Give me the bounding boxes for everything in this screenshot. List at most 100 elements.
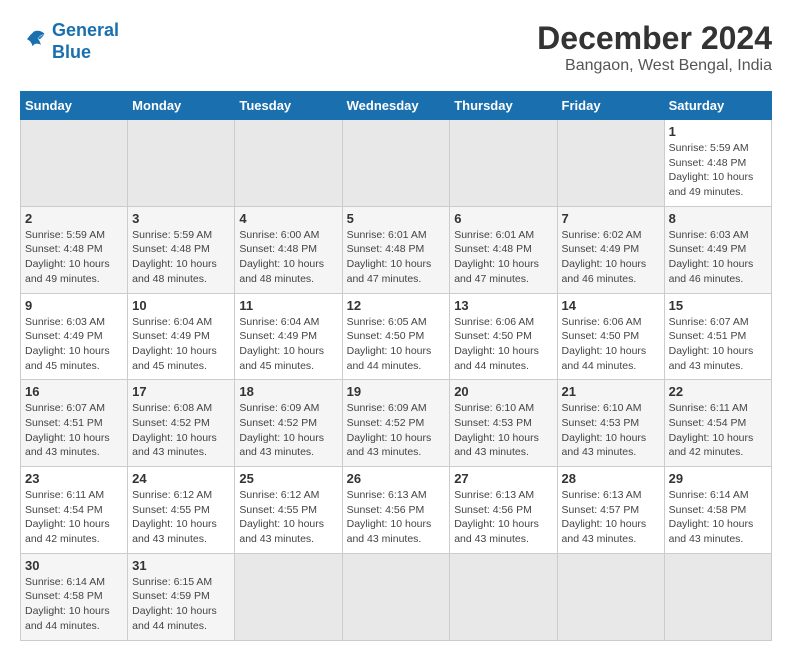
table-row	[450, 553, 557, 640]
day-number: 27	[454, 471, 552, 486]
day-number: 20	[454, 384, 552, 399]
table-row	[342, 553, 450, 640]
table-row: 4 Sunrise: 6:00 AMSunset: 4:48 PMDaylight…	[235, 206, 342, 293]
day-number: 18	[239, 384, 337, 399]
table-row: 21Sunrise: 6:10 AMSunset: 4:53 PMDayligh…	[557, 380, 664, 467]
day-info: Sunrise: 6:09 AMSunset: 4:52 PMDaylight:…	[347, 401, 446, 460]
table-row: 18 Sunrise: 6:09 AMSunset: 4:52 PMDayligh…	[235, 380, 342, 467]
day-info: Sunrise: 5:59 AMSunset: 4:48 PMDaylight:…	[132, 228, 230, 287]
col-wednesday: Wednesday	[342, 92, 450, 120]
table-row: 1 Sunrise: 5:59 AMSunset: 4:48 PMDaylight…	[664, 120, 771, 207]
table-row	[128, 120, 235, 207]
table-row: 19Sunrise: 6:09 AMSunset: 4:52 PMDayligh…	[342, 380, 450, 467]
table-row: 28Sunrise: 6:13 AMSunset: 4:57 PMDayligh…	[557, 467, 664, 554]
logo: General Blue	[20, 20, 119, 63]
day-number: 10	[132, 298, 230, 313]
day-info: Sunrise: 5:59 AMSunset: 4:48 PMDaylight:…	[669, 141, 767, 200]
day-number: 9	[25, 298, 123, 313]
table-row: 13Sunrise: 6:06 AMSunset: 4:50 PMDayligh…	[450, 293, 557, 380]
table-row: 10 Sunrise: 6:04 AMSunset: 4:49 PMDayligh…	[128, 293, 235, 380]
day-info: Sunrise: 6:01 AMSunset: 4:48 PMDaylight:…	[347, 228, 446, 287]
day-number: 15	[669, 298, 767, 313]
day-info: Sunrise: 6:03 AMSunset: 4:49 PMDaylight:…	[669, 228, 767, 287]
day-info: Sunrise: 6:02 AMSunset: 4:49 PMDaylight:…	[562, 228, 660, 287]
table-row	[557, 553, 664, 640]
day-number: 31	[132, 558, 230, 573]
calendar-week-row: 9 Sunrise: 6:03 AMSunset: 4:49 PMDaylight…	[21, 293, 772, 380]
calendar-week-row: 2 Sunrise: 5:59 AMSunset: 4:48 PMDaylight…	[21, 206, 772, 293]
day-info: Sunrise: 6:13 AMSunset: 4:57 PMDaylight:…	[562, 488, 660, 547]
day-number: 11	[239, 298, 337, 313]
table-row	[342, 120, 450, 207]
table-row: 31 Sunrise: 6:15 AMSunset: 4:59 PMDayligh…	[128, 553, 235, 640]
table-row: 5 Sunrise: 6:01 AMSunset: 4:48 PMDaylight…	[342, 206, 450, 293]
table-row	[235, 120, 342, 207]
table-row: 25 Sunrise: 6:12 AMSunset: 4:55 PMDayligh…	[235, 467, 342, 554]
day-info: Sunrise: 6:03 AMSunset: 4:49 PMDaylight:…	[25, 315, 123, 374]
table-row: 26 Sunrise: 6:13 AMSunset: 4:56 PMDayligh…	[342, 467, 450, 554]
col-tuesday: Tuesday	[235, 92, 342, 120]
table-row: 12 Sunrise: 6:05 AMSunset: 4:50 PMDayligh…	[342, 293, 450, 380]
table-row: 27 Sunrise: 6:13 AMSunset: 4:56 PMDayligh…	[450, 467, 557, 554]
day-number: 24	[132, 471, 230, 486]
col-monday: Monday	[128, 92, 235, 120]
day-number: 14	[562, 298, 660, 313]
day-info: Sunrise: 6:10 AMSunset: 4:53 PMDaylight:…	[562, 401, 660, 460]
table-row: 22 Sunrise: 6:11 AMSunset: 4:54 PMDayligh…	[664, 380, 771, 467]
day-number: 4	[239, 211, 337, 226]
table-row: 24Sunrise: 6:12 AMSunset: 4:55 PMDayligh…	[128, 467, 235, 554]
calendar-week-row: 23 Sunrise: 6:11 AMSunset: 4:54 PMDayligh…	[21, 467, 772, 554]
day-number: 5	[347, 211, 446, 226]
table-row	[557, 120, 664, 207]
calendar-subtitle: Bangaon, West Bengal, India	[537, 57, 772, 75]
day-number: 6	[454, 211, 552, 226]
day-number: 22	[669, 384, 767, 399]
day-info: Sunrise: 6:11 AMSunset: 4:54 PMDaylight:…	[669, 401, 767, 460]
table-row	[450, 120, 557, 207]
day-number: 16	[25, 384, 123, 399]
day-info: Sunrise: 6:14 AMSunset: 4:58 PMDaylight:…	[25, 575, 123, 634]
day-info: Sunrise: 6:08 AMSunset: 4:52 PMDaylight:…	[132, 401, 230, 460]
day-number: 1	[669, 124, 767, 139]
day-info: Sunrise: 6:07 AMSunset: 4:51 PMDaylight:…	[669, 315, 767, 374]
table-row: 6 Sunrise: 6:01 AMSunset: 4:48 PMDaylight…	[450, 206, 557, 293]
table-row: 9 Sunrise: 6:03 AMSunset: 4:49 PMDaylight…	[21, 293, 128, 380]
table-row: 17 Sunrise: 6:08 AMSunset: 4:52 PMDayligh…	[128, 380, 235, 467]
table-row	[235, 553, 342, 640]
day-info: Sunrise: 5:59 AMSunset: 4:48 PMDaylight:…	[25, 228, 123, 287]
table-row	[21, 120, 128, 207]
day-number: 29	[669, 471, 767, 486]
col-sunday: Sunday	[21, 92, 128, 120]
table-row: 29Sunrise: 6:14 AMSunset: 4:58 PMDayligh…	[664, 467, 771, 554]
logo-icon	[20, 28, 48, 56]
day-number: 17	[132, 384, 230, 399]
col-thursday: Thursday	[450, 92, 557, 120]
day-info: Sunrise: 6:04 AMSunset: 4:49 PMDaylight:…	[132, 315, 230, 374]
calendar-table: Sunday Monday Tuesday Wednesday Thursday…	[20, 91, 772, 641]
day-info: Sunrise: 6:09 AMSunset: 4:52 PMDaylight:…	[239, 401, 337, 460]
table-row: 16Sunrise: 6:07 AMSunset: 4:51 PMDayligh…	[21, 380, 128, 467]
day-number: 25	[239, 471, 337, 486]
day-info: Sunrise: 6:10 AMSunset: 4:53 PMDaylight:…	[454, 401, 552, 460]
day-number: 23	[25, 471, 123, 486]
table-row: 3 Sunrise: 5:59 AMSunset: 4:48 PMDaylight…	[128, 206, 235, 293]
col-friday: Friday	[557, 92, 664, 120]
day-number: 30	[25, 558, 123, 573]
table-row: 2 Sunrise: 5:59 AMSunset: 4:48 PMDaylight…	[21, 206, 128, 293]
day-info: Sunrise: 6:15 AMSunset: 4:59 PMDaylight:…	[132, 575, 230, 634]
table-row: 11Sunrise: 6:04 AMSunset: 4:49 PMDayligh…	[235, 293, 342, 380]
day-info: Sunrise: 6:13 AMSunset: 4:56 PMDaylight:…	[454, 488, 552, 547]
day-info: Sunrise: 6:13 AMSunset: 4:56 PMDaylight:…	[347, 488, 446, 547]
day-info: Sunrise: 6:06 AMSunset: 4:50 PMDaylight:…	[562, 315, 660, 374]
table-row: 30 Sunrise: 6:14 AMSunset: 4:58 PMDayligh…	[21, 553, 128, 640]
day-number: 3	[132, 211, 230, 226]
table-row: 8Sunrise: 6:03 AMSunset: 4:49 PMDaylight…	[664, 206, 771, 293]
day-number: 26	[347, 471, 446, 486]
day-info: Sunrise: 6:00 AMSunset: 4:48 PMDaylight:…	[239, 228, 337, 287]
day-info: Sunrise: 6:11 AMSunset: 4:54 PMDaylight:…	[25, 488, 123, 547]
day-number: 12	[347, 298, 446, 313]
day-info: Sunrise: 6:12 AMSunset: 4:55 PMDaylight:…	[239, 488, 337, 547]
day-info: Sunrise: 6:01 AMSunset: 4:48 PMDaylight:…	[454, 228, 552, 287]
day-info: Sunrise: 6:05 AMSunset: 4:50 PMDaylight:…	[347, 315, 446, 374]
day-number: 2	[25, 211, 123, 226]
